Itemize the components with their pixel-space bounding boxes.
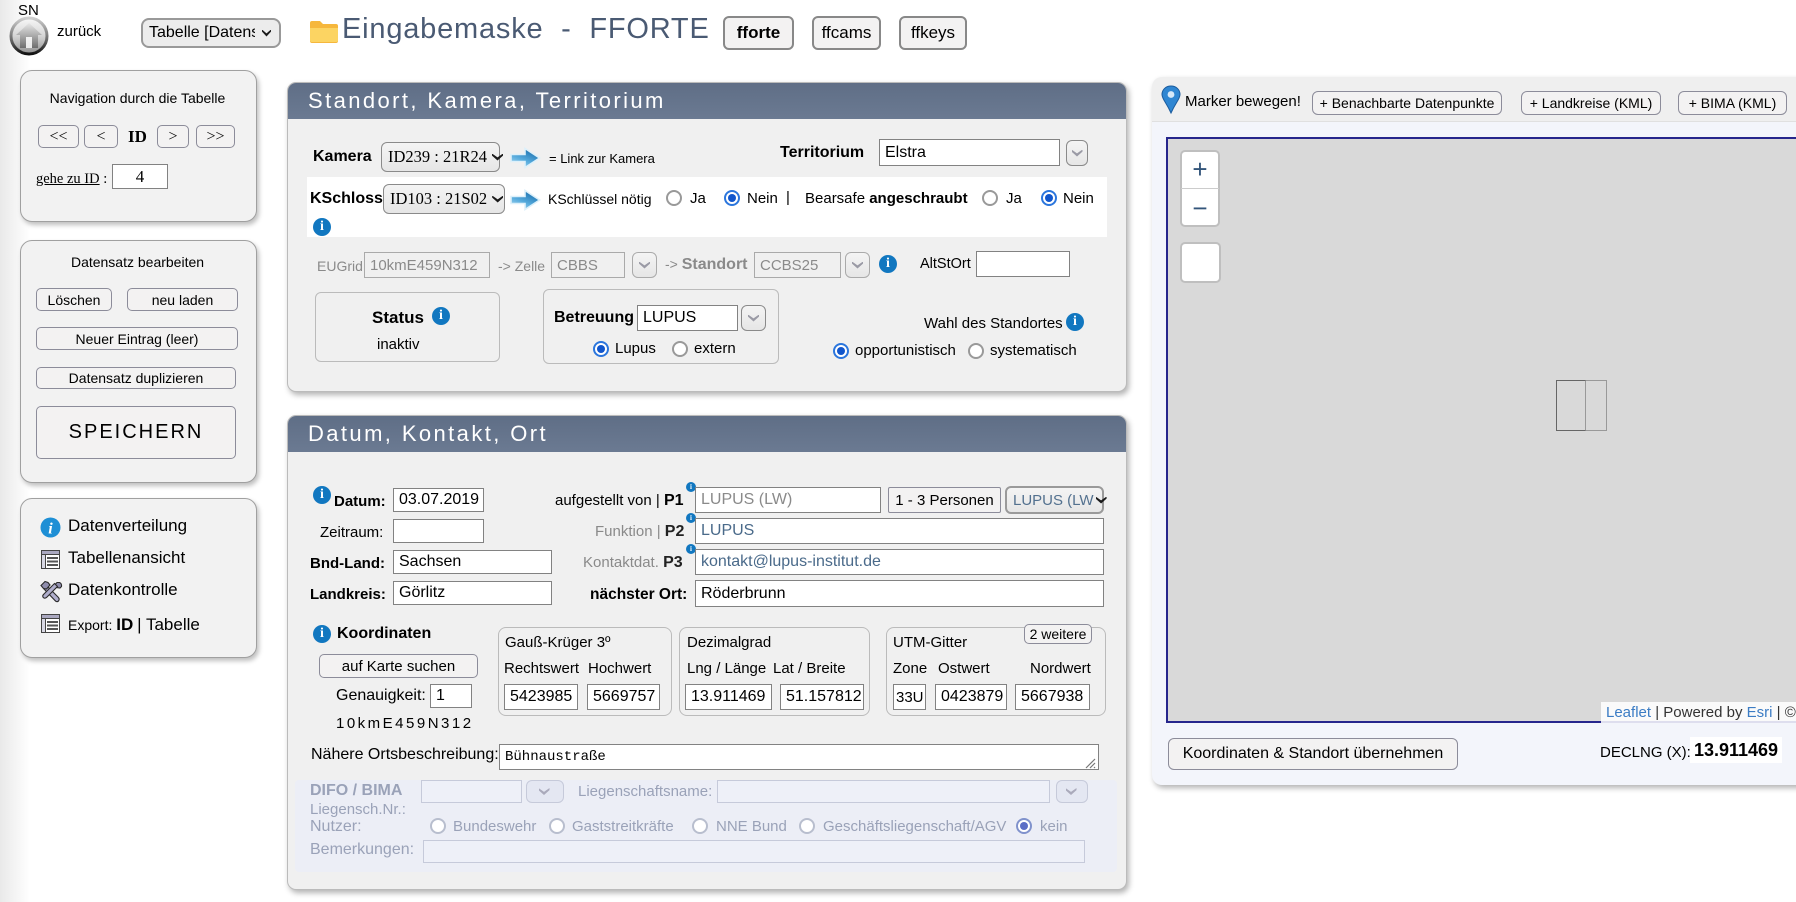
svg-text:i: i	[48, 521, 53, 538]
